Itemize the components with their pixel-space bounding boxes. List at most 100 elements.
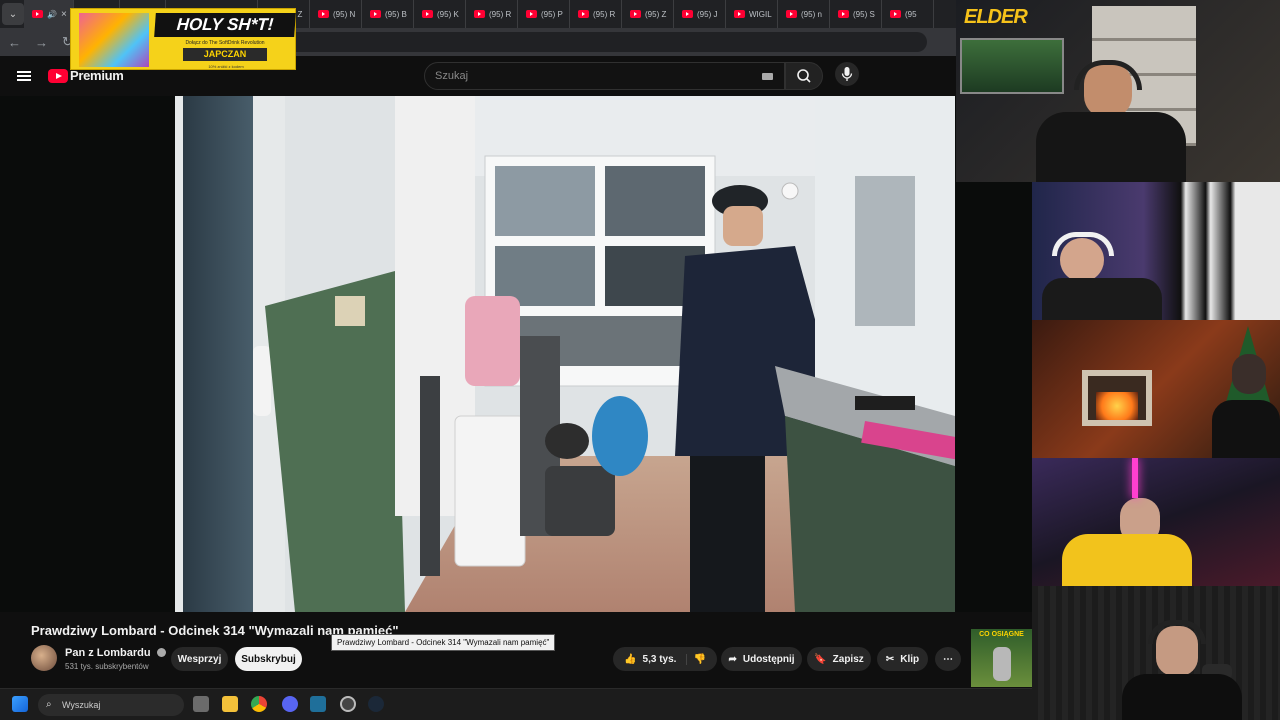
clip-button[interactable]: ✂ Klip (877, 647, 928, 671)
thumbnail-caption: CO OSIĄGNE (979, 631, 1024, 638)
ad-subtitle: Dołącz do The SoftDrink Revolution (185, 40, 265, 46)
windows-taskbar: ⌕ Wyszukaj (0, 688, 1032, 720)
video-frame[interactable] (175, 96, 955, 612)
tab-16[interactable]: (95 (882, 0, 934, 28)
chrome-icon[interactable] (251, 696, 267, 712)
keyboard-icon[interactable] (762, 73, 773, 80)
ad-title: HOLY SH*T! (154, 13, 296, 37)
windows-start-icon[interactable] (12, 696, 28, 712)
tab-label: (95) B (385, 9, 407, 19)
obs-icon[interactable] (340, 696, 356, 712)
youtube-favicon (578, 10, 589, 18)
tab-7[interactable]: (95) K (414, 0, 466, 28)
channel-name-text[interactable]: Pan z Lombardu (65, 647, 151, 659)
search-input[interactable]: Szukaj (424, 62, 785, 90)
tab-8[interactable]: (95) R (466, 0, 518, 28)
search-icon: ⌕ (46, 699, 52, 710)
aquarium (960, 38, 1064, 94)
task-view-icon[interactable] (193, 696, 209, 712)
forward-arrow-icon[interactable]: → (35, 35, 48, 50)
youtube-favicon (786, 10, 797, 18)
webcam-3 (1032, 320, 1280, 458)
close-icon[interactable]: × (61, 9, 67, 20)
webcam-5 (1032, 586, 1280, 720)
more-actions-button[interactable]: ⋯ (935, 647, 961, 671)
tab-11[interactable]: (95) Z (622, 0, 674, 28)
support-button[interactable]: Wesprzyj (171, 647, 228, 671)
tab-active[interactable]: 🔊 × (24, 0, 74, 28)
subscribe-button[interactable]: Subskrybuj (235, 647, 302, 671)
title-tooltip: Prawdziwy Lombard - Odcinek 314 "Wymazal… (331, 634, 556, 651)
more-icon: ⋯ (943, 653, 953, 665)
tab-label: (95) N (333, 9, 356, 19)
discord-icon[interactable] (282, 696, 298, 712)
youtube-favicon (838, 10, 849, 18)
share-button[interactable]: ➦ Udostępnij (721, 647, 802, 671)
youtube-logo-icon[interactable] (48, 69, 68, 83)
ad-brand: JAPCZAN (183, 48, 267, 61)
video-scene (175, 96, 955, 612)
channel-name[interactable]: Pan z Lombardu (65, 647, 166, 659)
tab-13[interactable]: WIGIL (726, 0, 778, 28)
verified-icon (156, 648, 166, 657)
thumbs-down-icon[interactable]: 👎 (693, 654, 705, 665)
youtube-favicon (318, 10, 329, 18)
channel-avatar[interactable] (31, 645, 57, 671)
support-label: Wesprzyj (177, 653, 222, 665)
like-button[interactable]: 👍 5,3 tys. (624, 653, 688, 665)
search-button[interactable] (785, 62, 823, 90)
steam-icon[interactable] (368, 696, 384, 712)
back-arrow-icon[interactable]: ← (8, 35, 21, 50)
tab-search-button[interactable]: ⌄ (2, 3, 24, 25)
youtube-favicon (474, 10, 485, 18)
thumbnail-figure (993, 647, 1011, 681)
tab-label: (95) S (853, 9, 875, 19)
like-count: 5,3 tys. (642, 653, 677, 665)
menu-icon[interactable] (17, 71, 31, 81)
youtube-favicon (734, 10, 745, 18)
tab-5[interactable]: (95) N (310, 0, 362, 28)
search-icon (797, 69, 811, 83)
webcam-2 (1032, 182, 1280, 320)
microphone-icon (841, 67, 853, 81)
speaker-icon[interactable]: 🔊 (47, 10, 57, 19)
tab-label: (95) R (593, 9, 616, 19)
tab-9[interactable]: (95) P (518, 0, 570, 28)
tab-10[interactable]: (95) R (570, 0, 622, 28)
voice-search-button[interactable] (835, 62, 859, 86)
app-icon[interactable] (310, 696, 326, 712)
youtube-favicon (422, 10, 433, 18)
guest2-headset (1052, 232, 1114, 256)
youtube-favicon (526, 10, 537, 18)
recommended-thumbnail[interactable]: CO OSIĄGNE (971, 629, 1032, 687)
guest3-body (1212, 400, 1280, 458)
webcam-main: ELDER (956, 0, 1280, 182)
channel-logo: ELDER (964, 6, 1028, 28)
sponsor-overlay[interactable]: HOLY SH*T! Dołącz do The SoftDrink Revol… (70, 8, 296, 70)
tab-label: (95 (905, 9, 917, 19)
tab-12[interactable]: (95) J (674, 0, 726, 28)
fire (1096, 392, 1138, 420)
bookmark-icon: 🔖 (814, 653, 827, 665)
save-button[interactable]: 🔖 Zapisz (807, 647, 871, 671)
webcam-4 (1032, 458, 1280, 586)
neon-light (1132, 458, 1138, 498)
logo-label[interactable]: Premium (70, 68, 124, 83)
ad-fineprint: 10% zniżki z kodem (208, 64, 244, 69)
tab-15[interactable]: (95) S (830, 0, 882, 28)
guest4-body (1062, 534, 1192, 586)
file-explorer-icon[interactable] (222, 696, 238, 712)
tab-label: (95) Z (645, 9, 667, 19)
scissors-icon: ✂ (885, 653, 895, 665)
clip-label: Klip (900, 653, 920, 665)
tab-label: (95) n (801, 9, 822, 19)
youtube-favicon (32, 10, 43, 18)
youtube-favicon (682, 10, 693, 18)
product-image (79, 13, 149, 67)
tab-6[interactable]: (95) B (362, 0, 414, 28)
taskbar-search-input[interactable]: ⌕ Wyszukaj (38, 694, 184, 716)
share-icon: ➦ (728, 653, 737, 665)
share-label: Udostępnij (742, 653, 795, 665)
like-dislike-group: 👍 5,3 tys. 👎 (613, 647, 717, 671)
tab-14[interactable]: (95) n (778, 0, 830, 28)
